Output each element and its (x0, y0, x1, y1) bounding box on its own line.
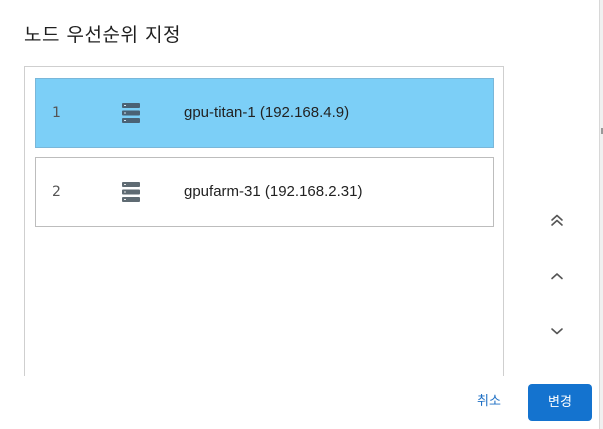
change-button[interactable]: 변경 (528, 384, 592, 421)
node-rank: 2 (52, 184, 61, 200)
move-up-button[interactable] (543, 264, 571, 292)
double-chevron-up-icon (549, 212, 565, 232)
cancel-button[interactable]: 취소 (466, 384, 512, 420)
server-icon (121, 180, 141, 204)
node-priority-dialog: 노드 우선순위 지정 1 gpu-titan-1 (192.168.4.9) 2 (0, 0, 603, 429)
chevron-down-icon (549, 323, 565, 343)
node-row[interactable]: 1 gpu-titan-1 (192.168.4.9) (35, 78, 494, 148)
move-to-top-button[interactable] (543, 208, 571, 236)
dialog-title: 노드 우선순위 지정 (24, 24, 181, 46)
node-rank: 1 (52, 105, 61, 121)
node-label: gpufarm-31 (192.168.2.31) (184, 183, 363, 200)
node-list: 1 gpu-titan-1 (192.168.4.9) 2 gpufarm-31… (24, 66, 504, 378)
chevron-up-icon (549, 268, 565, 288)
background-window-edge (599, 0, 603, 429)
node-label: gpu-titan-1 (192.168.4.9) (184, 104, 350, 121)
server-icon (121, 101, 141, 125)
node-row[interactable]: 2 gpufarm-31 (192.168.2.31) (35, 157, 494, 227)
move-down-button[interactable] (543, 319, 571, 347)
